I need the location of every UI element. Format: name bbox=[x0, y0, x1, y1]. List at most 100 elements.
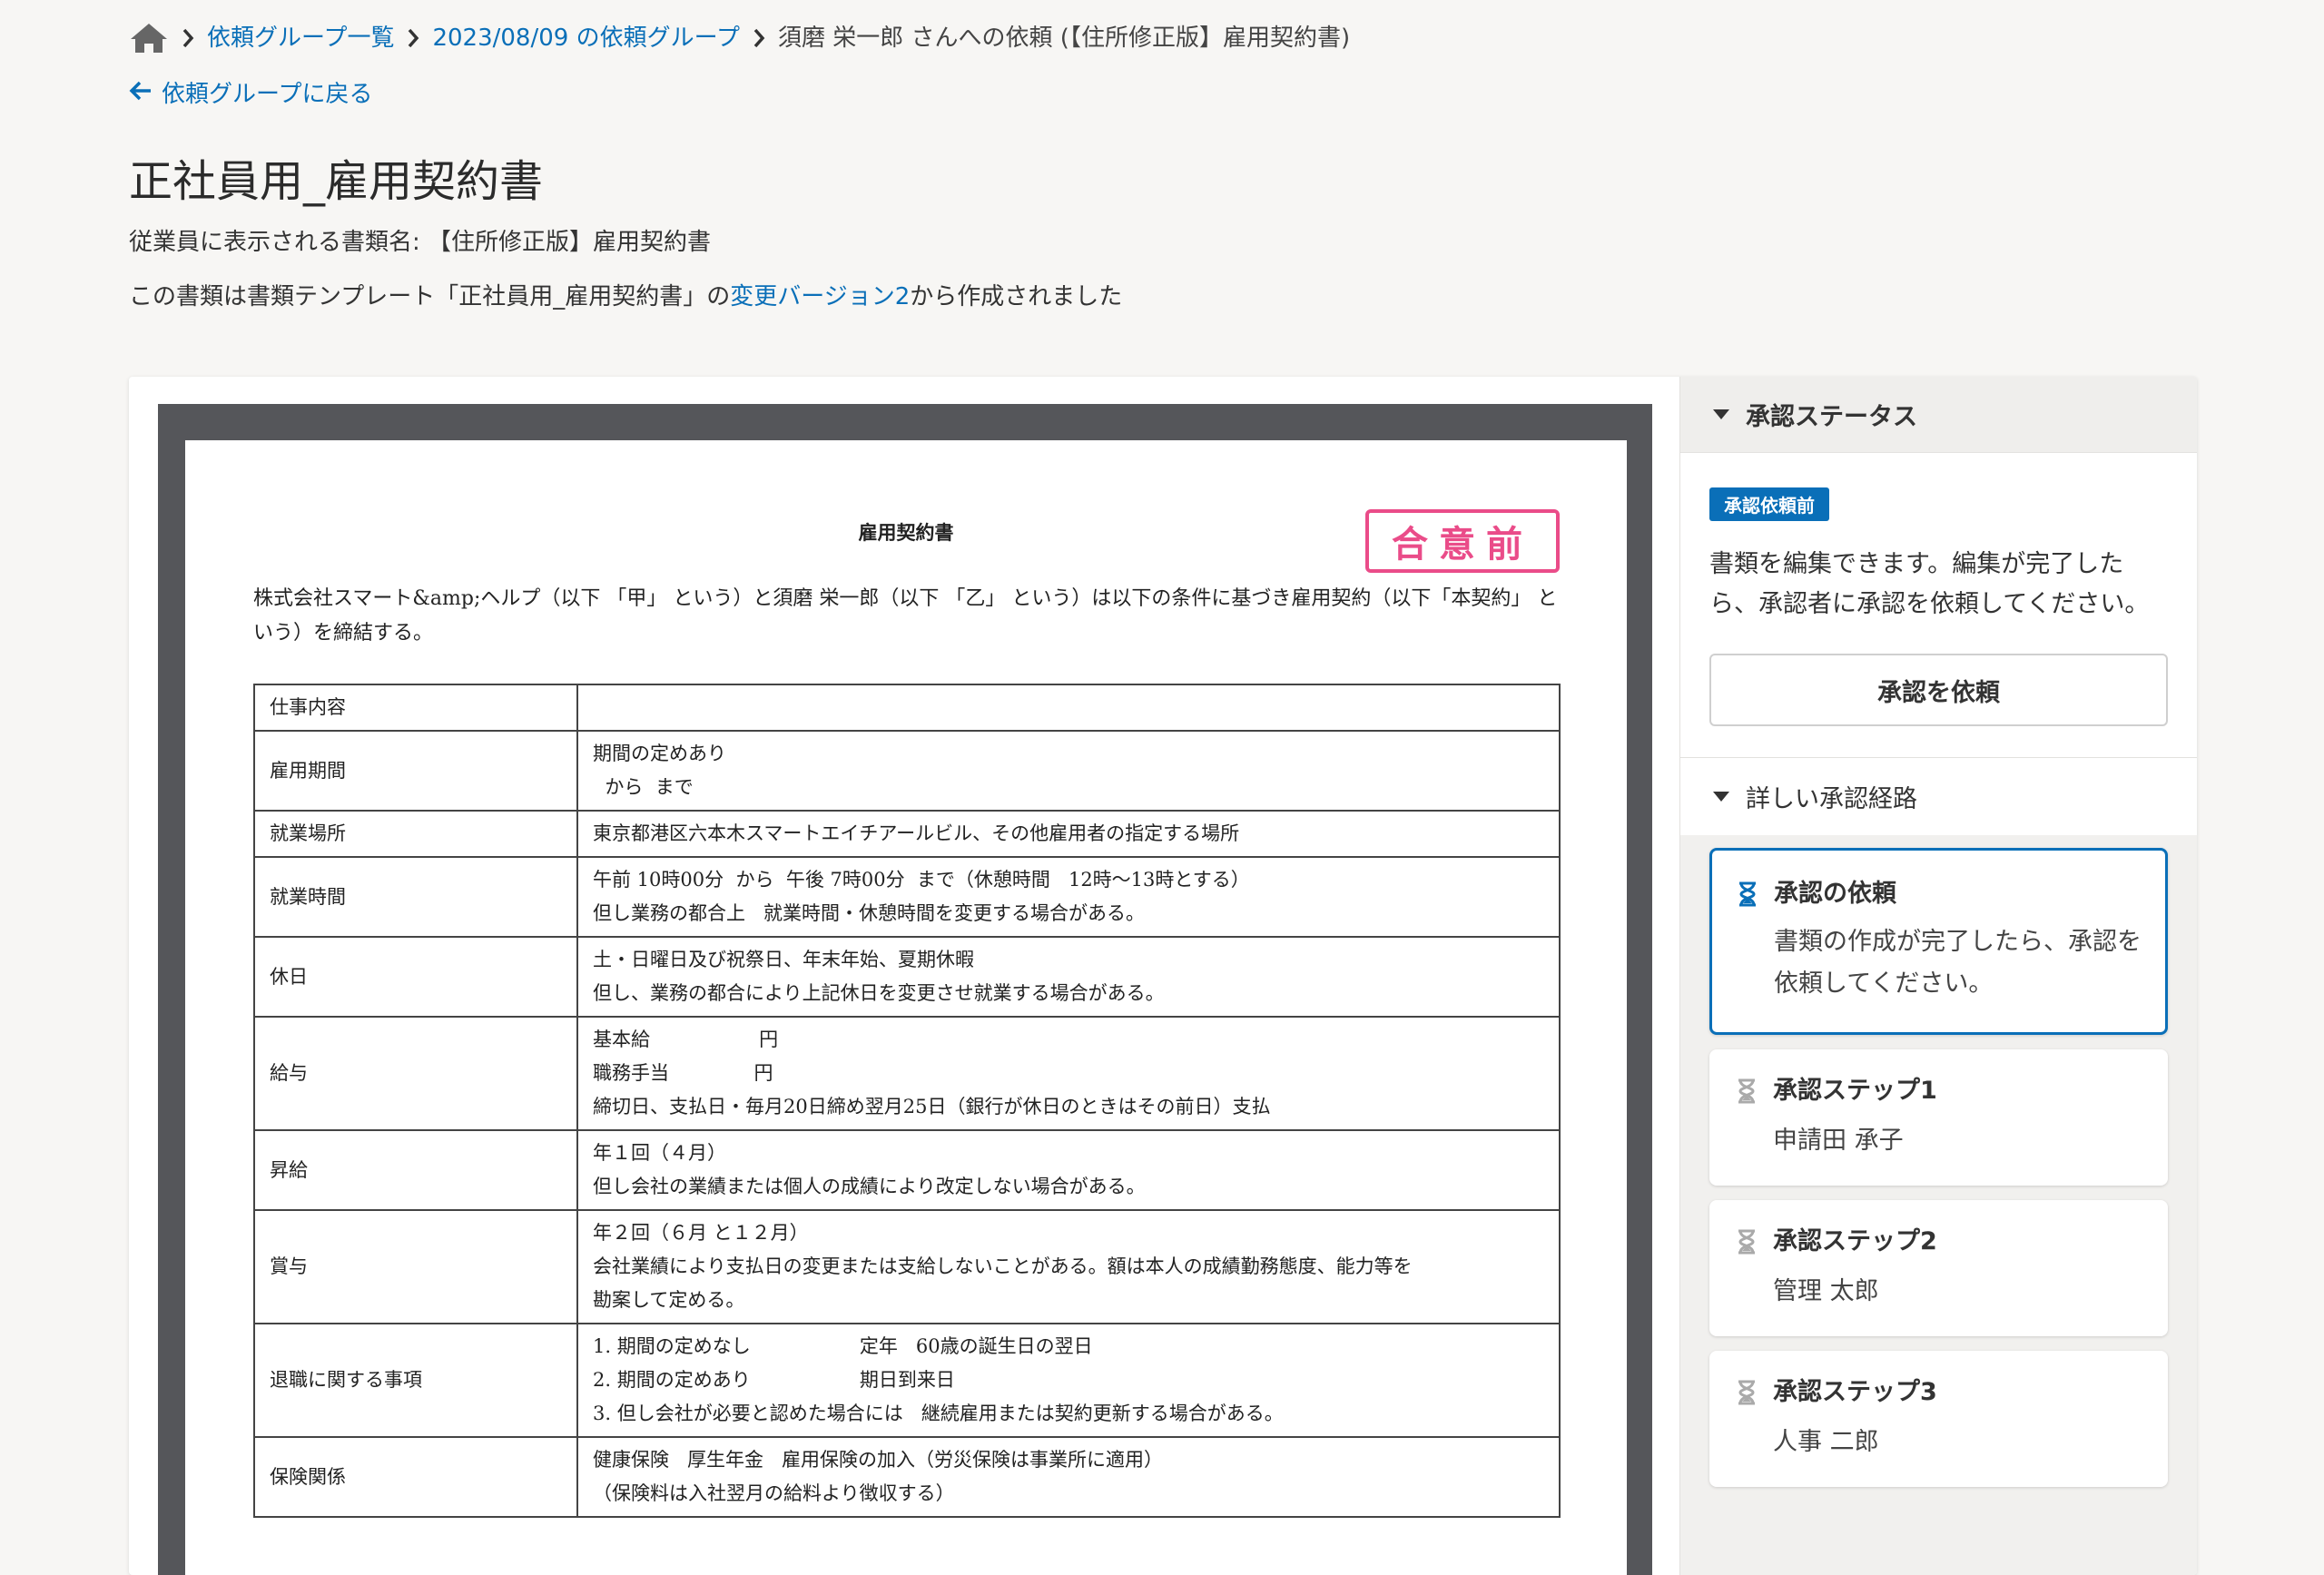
template-note: この書類は書類テンプレート「正社員用_雇用契約書」の変更バージョン2から作成され… bbox=[129, 279, 1122, 315]
chevron-right-icon bbox=[753, 28, 765, 48]
contract-row-line: 年２回（６月 と１２月） bbox=[593, 1222, 809, 1244]
contract-row-label: 退職に関する事項 bbox=[253, 1323, 578, 1438]
contract-row: 保険関係 健康保険 厚生年金 雇用保険の加入（労災保険は事業所に適用） （保険料は入… bbox=[253, 1436, 1561, 1518]
approval-panel: 承認ステータス 承認依頼前 書類を編集できます。編集が完了したら、承認者に承認を… bbox=[1679, 377, 2197, 1575]
contract-row-line: 午前 10時00分 から 午後 7時00分 まで（休憩時間 12時〜13時とする… bbox=[593, 869, 1250, 891]
contract-row-line: 但し、業務の都合により上記休日を変更させ就業する場合がある。 bbox=[593, 982, 1165, 1004]
contract-row-label: 昇給 bbox=[253, 1129, 578, 1211]
chevron-right-icon bbox=[182, 28, 194, 48]
status-section-title: 承認ステータス bbox=[1746, 403, 1917, 431]
breadcrumb-request-groups[interactable]: 依頼グループ一覧 bbox=[207, 20, 394, 56]
approval-steps: 承認の依頼 書類の作成が完了したら、承認を依頼してください。 承認ステップ1 申… bbox=[1680, 835, 2197, 1514]
contract-row-line: 基本給 円 bbox=[593, 1029, 779, 1050]
contract-row-value bbox=[576, 684, 1561, 732]
home-icon[interactable] bbox=[129, 22, 169, 54]
contract-row: 退職に関する事項 1. 期間の定めなし 定年 60歳の誕生日の翌日 2. 期間の定め… bbox=[253, 1323, 1561, 1438]
contract-row-value: 健康保険 厚生年金 雇用保険の加入（労災保険は事業所に適用） （保険料は入社翌月の… bbox=[576, 1436, 1561, 1518]
contract-row-label: 就業場所 bbox=[253, 810, 578, 858]
agreement-stamp: 合意前 bbox=[1365, 509, 1560, 573]
document-card: 雇用契約書 合意前 株式会社スマート&amp;ヘルプ（以下 「甲」 という）と須… bbox=[129, 377, 2197, 1575]
hourglass-icon bbox=[1738, 876, 1759, 1005]
back-link-label: 依頼グループに戻る bbox=[162, 81, 373, 108]
contract-row-line: 勘案して定める。 bbox=[593, 1289, 745, 1311]
document-intro: 株式会社スマート&amp;ヘルプ（以下 「甲」 という）と須磨 栄一郎（以下 「… bbox=[253, 587, 1558, 645]
status-badge: 承認依頼前 bbox=[1709, 487, 1829, 521]
hourglass-icon bbox=[1737, 1073, 1758, 1162]
approval-step-1: 承認ステップ1 申請田 承子 bbox=[1709, 1049, 2168, 1186]
step-approver: 管理 太郎 bbox=[1773, 1277, 1879, 1305]
contract-row-value: 年２回（６月 と１２月） 会社業績により支払日の変更または支給しないことがある。額… bbox=[576, 1209, 1561, 1324]
contract-row-line: 但し会社の業績または個人の成績により改定しない場合がある。 bbox=[593, 1176, 1146, 1197]
step-title: 承認ステップ2 bbox=[1773, 1227, 1937, 1255]
hourglass-icon bbox=[1737, 1224, 1758, 1313]
document-viewer[interactable]: 雇用契約書 合意前 株式会社スマート&amp;ヘルプ（以下 「甲」 という）と須… bbox=[158, 404, 1652, 1575]
request-approval-button[interactable]: 承認を依頼 bbox=[1709, 654, 2168, 726]
contract-row-line: 年１回（４月） bbox=[593, 1142, 726, 1164]
contract-table: 仕事内容 雇用期間 期間の定めあり から まで 就業場所 東京都港区六本木スマートエイチ… bbox=[253, 684, 1561, 1518]
step-title: 承認ステップ3 bbox=[1773, 1378, 1937, 1406]
contract-row: 雇用期間 期間の定めあり から まで bbox=[253, 730, 1561, 812]
contract-row: 賞与 年２回（６月 と１２月） 会社業績により支払日の変更または支給しないことがある… bbox=[253, 1209, 1561, 1324]
chevron-right-icon bbox=[407, 28, 419, 48]
contract-row-line: 健康保険 厚生年金 雇用保険の加入（労災保険は事業所に適用） bbox=[593, 1449, 1164, 1471]
route-section-toggle[interactable]: 詳しい承認経路 bbox=[1680, 757, 2197, 835]
contract-row-line: 締切日、支払日・毎月20日締め翌月25日（銀行が休日のときはその前日）支払 bbox=[593, 1096, 1271, 1117]
route-section-title: 詳しい承認経路 bbox=[1746, 785, 1917, 813]
contract-row-value: 期間の定めあり から まで bbox=[576, 730, 1561, 812]
arrow-left-icon bbox=[129, 76, 153, 113]
status-section-body: 承認依頼前 書類を編集できます。編集が完了したら、承認者に承認を依頼してください… bbox=[1680, 453, 2197, 757]
step-title: 承認ステップ1 bbox=[1773, 1077, 1937, 1105]
contract-row-label: 給与 bbox=[253, 1016, 578, 1131]
contract-row-value: 午前 10時00分 から 午後 7時00分 まで（休憩時間 12時〜13時とする… bbox=[576, 856, 1561, 938]
breadcrumb-current: 須磨 栄一郎 さんへの依頼 (【住所修正版】雇用契約書) bbox=[778, 25, 1351, 52]
contract-row: 就業場所 東京都港区六本木スマートエイチアールビル、その他雇用者の指定する場所 bbox=[253, 810, 1561, 858]
contract-row-value: 土・日曜日及び祝祭日、年末年始、夏期休暇但し、業務の都合により上記休日を変更させ… bbox=[576, 936, 1561, 1018]
contract-row-label: 就業時間 bbox=[253, 856, 578, 938]
contract-row: 仕事内容 bbox=[253, 684, 1561, 732]
contract-row-line: （保険料は入社翌月の給料より徴収する） bbox=[593, 1482, 955, 1504]
contract-row-line: 土・日曜日及び祝祭日、年末年始、夏期休暇 bbox=[593, 949, 974, 970]
status-description: 書類を編集できます。編集が完了したら、承認者に承認を依頼してください。 bbox=[1709, 550, 2150, 618]
caret-down-icon bbox=[1713, 409, 1729, 419]
template-note-before: この書類は書類テンプレート「正社員用_雇用契約書」の bbox=[129, 283, 731, 310]
breadcrumb: 依頼グループ一覧 2023/08/09 の依頼グループ 須磨 栄一郎 さんへの依… bbox=[129, 20, 1350, 56]
contract-row-label: 休日 bbox=[253, 936, 578, 1018]
contract-row-label: 保険関係 bbox=[253, 1436, 578, 1518]
contract-row-value: 東京都港区六本木スマートエイチアールビル、その他雇用者の指定する場所 bbox=[576, 810, 1561, 858]
breadcrumb-request-group[interactable]: 2023/08/09 の依頼グループ bbox=[432, 20, 740, 56]
step-approver: 申請田 承子 bbox=[1773, 1127, 1904, 1155]
step-text: 書類の作成が完了したら、承認を依頼してください。 bbox=[1774, 928, 2142, 998]
template-version-link[interactable]: 変更バージョン2 bbox=[730, 283, 910, 310]
contract-row-value: 基本給 円職務手当 円締切日、支払日・毎月20日締め翌月25日（銀行が休日のとき… bbox=[576, 1016, 1561, 1131]
approval-step-3: 承認ステップ3 人事 二郎 bbox=[1709, 1351, 2168, 1487]
contract-row-line: 期間の定めあり bbox=[593, 743, 726, 764]
contract-row-line: 会社業績により支払日の変更または支給しないことがある。額は本人の成績勤務態度、能… bbox=[593, 1255, 1413, 1277]
contract-row-label: 賞与 bbox=[253, 1209, 578, 1324]
contract-row: 就業時間 午前 10時00分 から 午後 7時00分 まで（休憩時間 12時〜13… bbox=[253, 856, 1561, 938]
contract-row-label: 雇用期間 bbox=[253, 730, 578, 812]
contract-row-value: 年１回（４月） 但し会社の業績または個人の成績により改定しない場合がある。 bbox=[576, 1129, 1561, 1211]
contract-row-line: 但し業務の都合上 就業時間・休憩時間を変更する場合がある。 bbox=[593, 902, 1146, 924]
contract-row-line: 3. 但し会社が必要と認めた場合には 継続雇用または契約更新する場合がある。 bbox=[593, 1403, 1284, 1424]
caret-down-icon bbox=[1713, 792, 1729, 802]
contract-row-label: 仕事内容 bbox=[253, 684, 578, 732]
contract-row: 休日 土・日曜日及び祝祭日、年末年始、夏期休暇但し、業務の都合により上記休日を変更… bbox=[253, 936, 1561, 1018]
contract-row-line: から まで bbox=[593, 776, 694, 798]
hourglass-icon bbox=[1737, 1374, 1758, 1463]
approval-step-2: 承認ステップ2 管理 太郎 bbox=[1709, 1200, 2168, 1336]
status-section-toggle[interactable]: 承認ステータス bbox=[1680, 377, 2197, 453]
step-title: 承認の依頼 bbox=[1774, 880, 1896, 908]
approval-step-request: 承認の依頼 書類の作成が完了したら、承認を依頼してください。 bbox=[1709, 848, 2168, 1035]
template-note-after: から作成されました bbox=[910, 283, 1123, 310]
page-title: 正社員用_雇用契約書 bbox=[129, 156, 544, 207]
contract-row-line: 2. 期間の定めあり 期日到来日 bbox=[593, 1369, 955, 1391]
contract-row: 給与 基本給 円職務手当 円締切日、支払日・毎月20日締め翌月25日（銀行が休日の… bbox=[253, 1016, 1561, 1131]
step-approver: 人事 二郎 bbox=[1773, 1428, 1879, 1456]
contract-row: 昇給 年１回（４月） 但し会社の業績または個人の成績により改定しない場合がある。 bbox=[253, 1129, 1561, 1211]
contract-row-line: 東京都港区六本木スマートエイチアールビル、その他雇用者の指定する場所 bbox=[593, 822, 1240, 844]
document-page: 雇用契約書 合意前 株式会社スマート&amp;ヘルプ（以下 「甲」 という）と須… bbox=[185, 440, 1627, 1575]
contract-row-line: 1. 期間の定めなし 定年 60歳の誕生日の翌日 bbox=[593, 1335, 1093, 1357]
contract-row-value: 1. 期間の定めなし 定年 60歳の誕生日の翌日 2. 期間の定めあり 期日到来日… bbox=[576, 1323, 1561, 1438]
display-document-name: 従業員に表示される書類名: 【住所修正版】雇用契約書 bbox=[129, 229, 712, 256]
back-to-group-link[interactable]: 依頼グループに戻る bbox=[129, 76, 372, 113]
